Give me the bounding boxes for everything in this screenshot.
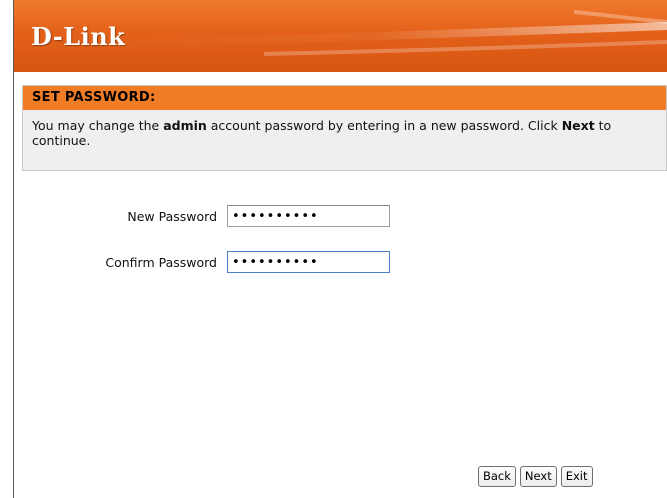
new-password-row: New Password xyxy=(14,205,667,229)
wizard-window: D-Link SET PASSWORD: You may change the … xyxy=(13,0,667,498)
section-description: You may change the admin account passwor… xyxy=(23,110,666,148)
header-gap xyxy=(14,72,667,85)
back-button[interactable]: Back xyxy=(478,466,516,487)
description-next-word: Next xyxy=(561,118,595,133)
wizard-buttons: Back Next Exit xyxy=(478,466,597,488)
new-password-label: New Password xyxy=(127,209,217,224)
confirm-password-input[interactable] xyxy=(227,251,390,273)
next-button[interactable]: Next xyxy=(519,466,557,487)
header-banner: D-Link xyxy=(14,0,667,72)
description-part-2: account password by entering in a new pa… xyxy=(206,118,562,133)
dlink-logo: D-Link xyxy=(31,22,126,51)
confirm-password-row: Confirm Password xyxy=(14,251,667,275)
exit-button[interactable]: Exit xyxy=(560,466,593,487)
confirm-password-label: Confirm Password xyxy=(105,255,217,270)
section-title: SET PASSWORD: xyxy=(23,86,666,110)
set-password-panel: SET PASSWORD: You may change the admin a… xyxy=(22,85,667,171)
description-part-1: You may change the xyxy=(32,118,164,133)
new-password-input[interactable] xyxy=(227,205,390,227)
description-admin-word: admin xyxy=(163,118,207,133)
